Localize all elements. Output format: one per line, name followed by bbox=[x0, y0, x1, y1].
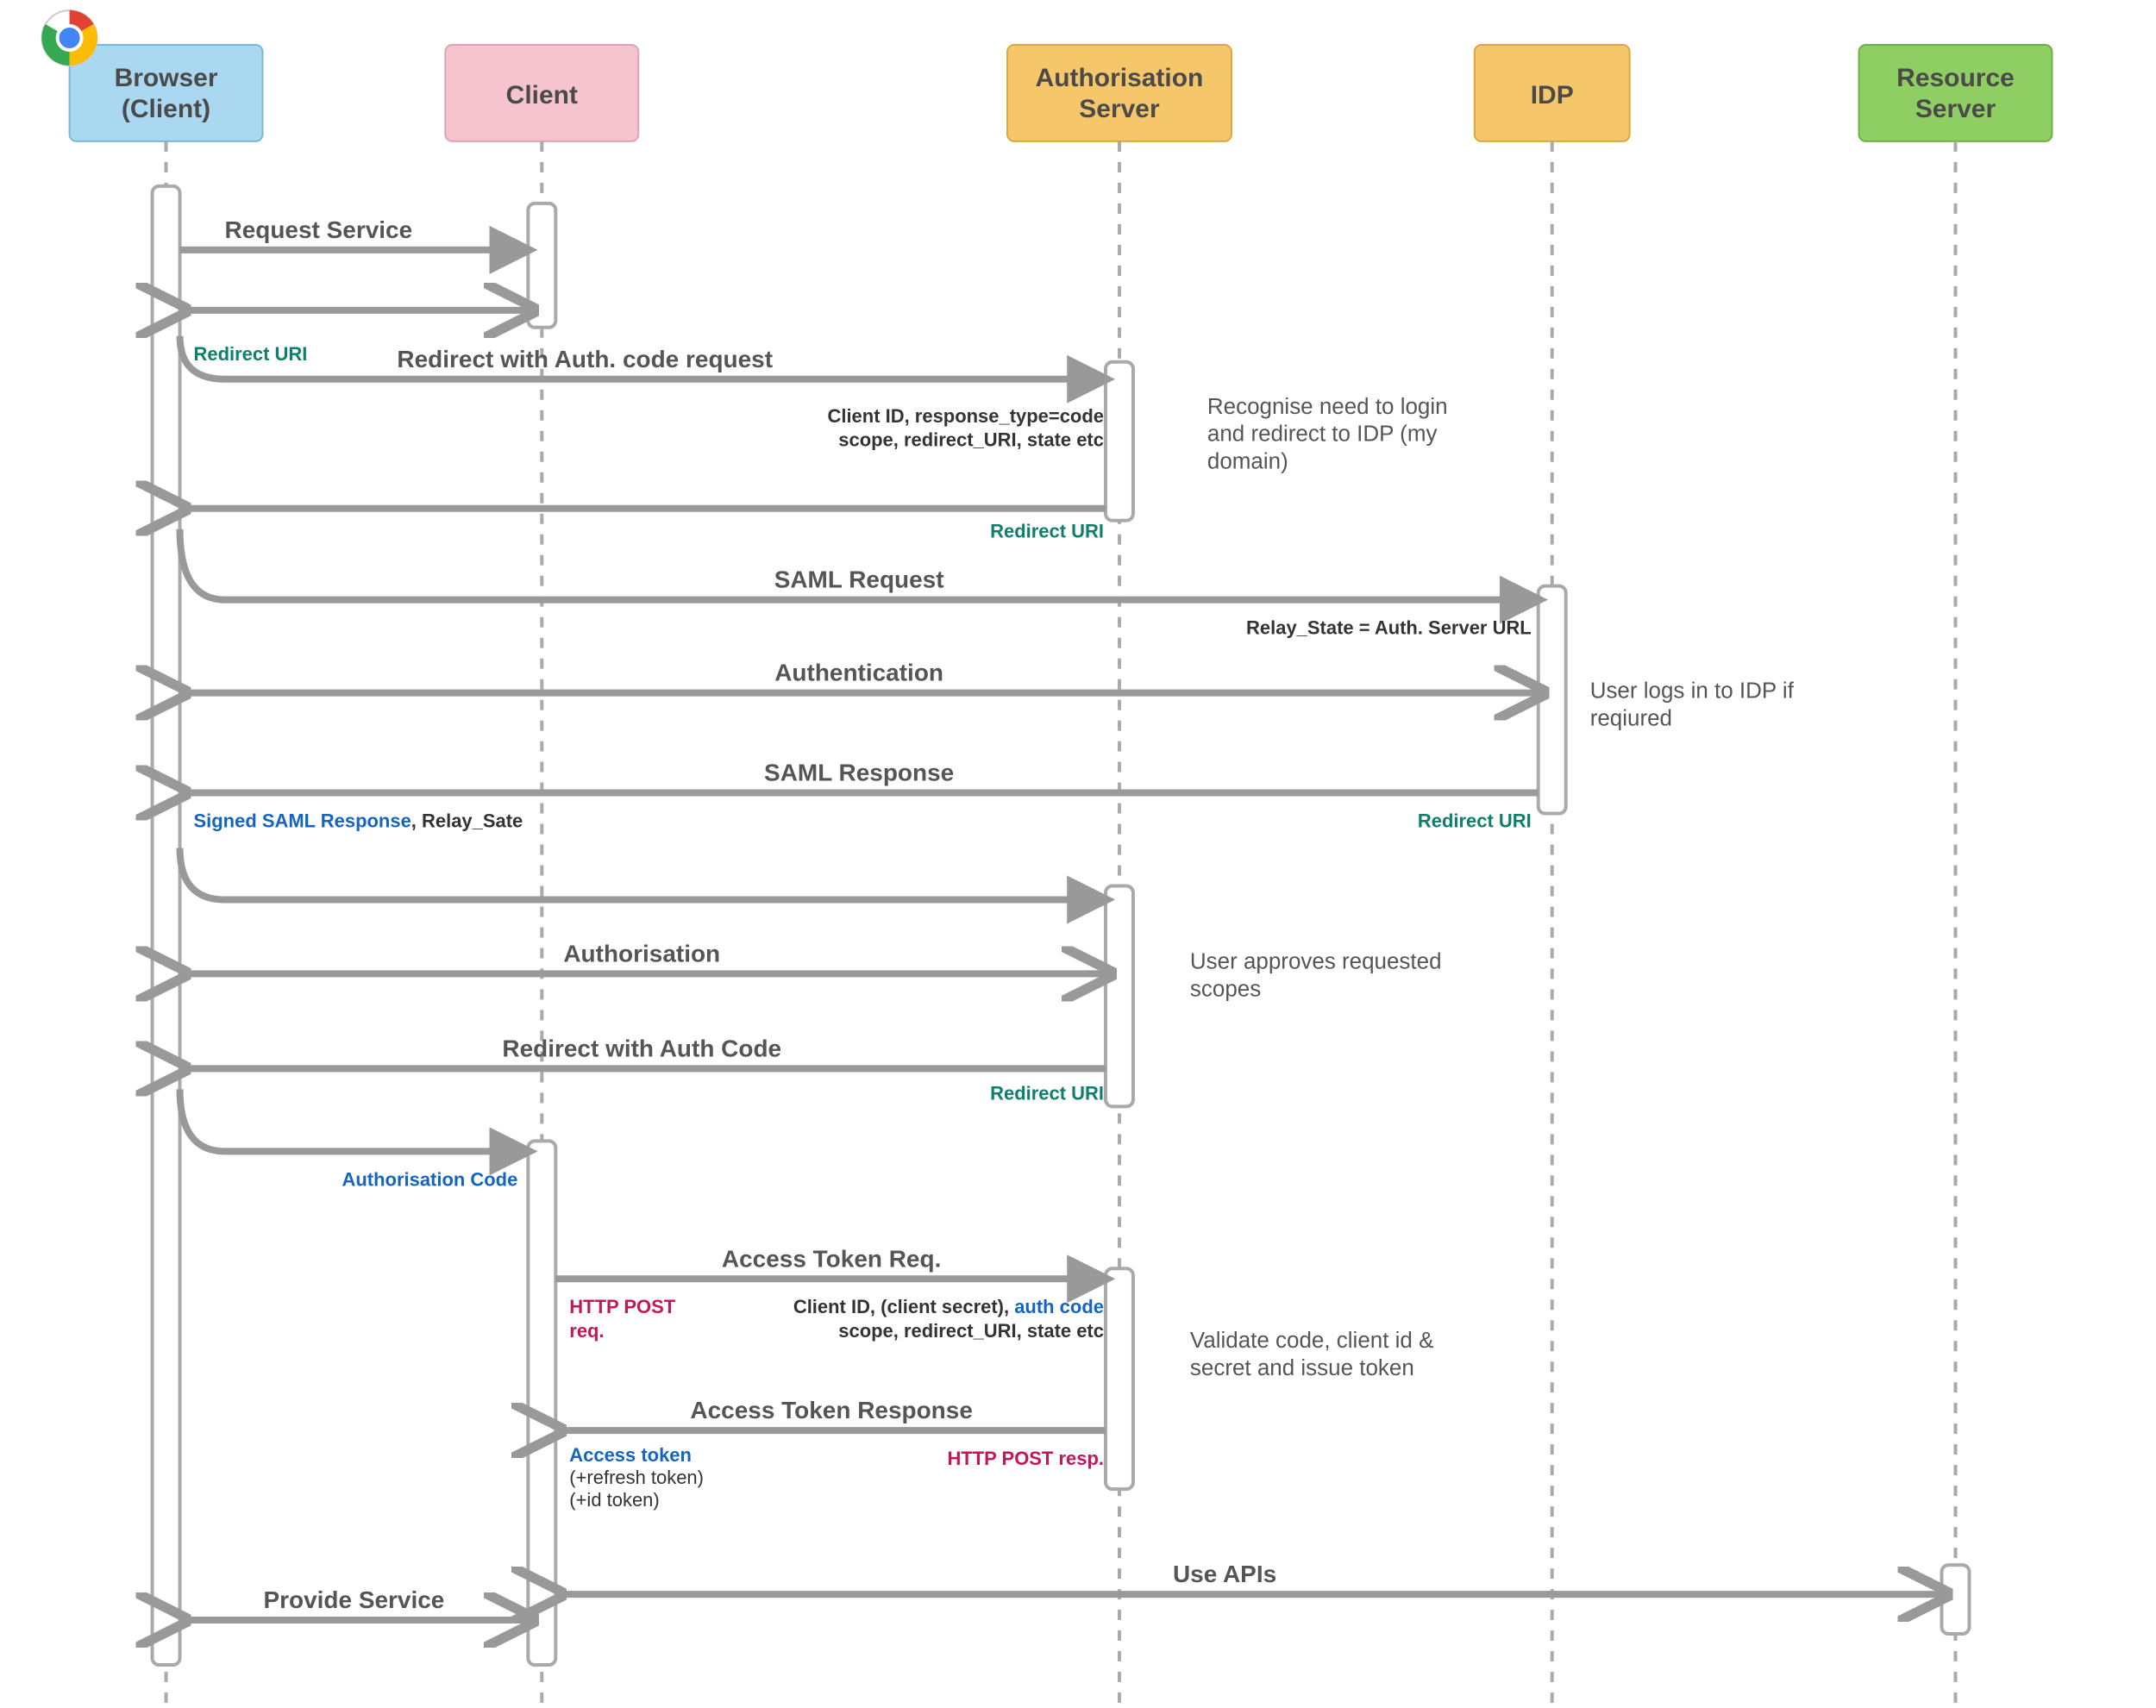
svg-text:and redirect to IDP (my: and redirect to IDP (my bbox=[1207, 421, 1438, 447]
svg-text:IDP: IDP bbox=[1531, 81, 1574, 109]
svg-text:Client ID, (client secret), au: Client ID, (client secret), auth code bbox=[793, 1296, 1104, 1317]
activation-client-1 bbox=[528, 203, 555, 328]
note-user-approves: User approves requested bbox=[1190, 948, 1442, 973]
svg-text:(+id token): (+id token) bbox=[569, 1489, 659, 1511]
msg-authorisation: Authorisation bbox=[563, 940, 720, 967]
label-http-post-req: HTTP POST bbox=[569, 1296, 675, 1317]
label-redirect-uri-3: Redirect URI bbox=[1418, 810, 1532, 832]
svg-text:domain): domain) bbox=[1207, 448, 1288, 474]
svg-text:Client: Client bbox=[506, 81, 578, 109]
svg-text:reqiured: reqiured bbox=[1590, 705, 1672, 731]
svg-text:scope, redirect_URI, state etc: scope, redirect_URI, state etc bbox=[838, 1320, 1104, 1342]
svg-text:Client ID, response_type=code: Client ID, response_type=code bbox=[828, 405, 1104, 427]
label-redirect-uri-1: Redirect URI bbox=[194, 343, 308, 365]
activation-resource bbox=[1941, 1565, 1969, 1634]
label-access-token: Access token bbox=[569, 1444, 692, 1466]
label-http-post-resp: HTTP POST resp. bbox=[947, 1448, 1104, 1469]
svg-text:Browser: Browser bbox=[115, 64, 218, 92]
lifeline-resource: Resource Server bbox=[1859, 45, 2053, 141]
label-authorisation-code: Authorisation Code bbox=[342, 1168, 518, 1190]
sequence-diagram: Browser (Client) Client Authorisation Se… bbox=[0, 0, 2156, 1708]
activation-browser bbox=[153, 186, 180, 1665]
svg-text:(Client): (Client) bbox=[122, 95, 210, 123]
msg-authentication: Authentication bbox=[774, 660, 943, 686]
msg-redirect-auth-code: Redirect with Auth Code bbox=[502, 1035, 781, 1061]
svg-text:scopes: scopes bbox=[1190, 975, 1261, 1001]
note-recognise-login: Recognise need to login bbox=[1207, 393, 1448, 419]
msg-provide-service: Provide Service bbox=[263, 1586, 444, 1613]
activation-auth-2 bbox=[1106, 885, 1133, 1106]
activation-client-2 bbox=[528, 1141, 555, 1665]
activation-idp bbox=[1539, 586, 1566, 814]
svg-text:req.: req. bbox=[569, 1320, 604, 1342]
msg-saml-response: SAML Response bbox=[764, 760, 954, 786]
svg-text:Relay_State = Auth. Server URL: Relay_State = Auth. Server URL bbox=[1246, 617, 1532, 639]
svg-text:Resource: Resource bbox=[1896, 64, 2015, 92]
lifeline-client: Client bbox=[445, 45, 638, 141]
svg-text:scope, redirect_URI, state etc: scope, redirect_URI, state etc bbox=[838, 429, 1104, 451]
svg-text:secret and issue token: secret and issue token bbox=[1190, 1355, 1414, 1380]
activation-auth-1 bbox=[1106, 362, 1133, 521]
msg-use-apis: Use APIs bbox=[1173, 1561, 1276, 1587]
svg-text:Authorisation: Authorisation bbox=[1036, 64, 1204, 92]
msg-request-service: Request Service bbox=[224, 216, 412, 243]
lifeline-browser: Browser (Client) bbox=[70, 45, 263, 141]
svg-text:Signed SAML Response, Relay_Sa: Signed SAML Response, Relay_Sate bbox=[194, 810, 523, 832]
note-validate: Validate code, client id & bbox=[1190, 1327, 1433, 1353]
note-user-logs-in: User logs in to IDP if bbox=[1590, 678, 1795, 704]
lifeline-auth-server: Authorisation Server bbox=[1007, 45, 1232, 141]
msg-access-token-req: Access Token Req. bbox=[722, 1245, 941, 1272]
label-redirect-uri-4: Redirect URI bbox=[990, 1082, 1104, 1104]
msg-redirect-auth-req: Redirect with Auth. code request bbox=[397, 346, 773, 372]
chrome-icon bbox=[41, 10, 97, 66]
label-redirect-uri-2: Redirect URI bbox=[990, 521, 1104, 542]
svg-text:Server: Server bbox=[1079, 95, 1160, 123]
msg-access-token-resp: Access Token Response bbox=[690, 1397, 972, 1423]
svg-text:Server: Server bbox=[1915, 95, 1996, 123]
lifeline-idp: IDP bbox=[1475, 45, 1630, 141]
svg-text:(+refresh token): (+refresh token) bbox=[569, 1467, 704, 1488]
msg-saml-request: SAML Request bbox=[774, 566, 944, 593]
activation-auth-3 bbox=[1106, 1268, 1133, 1489]
